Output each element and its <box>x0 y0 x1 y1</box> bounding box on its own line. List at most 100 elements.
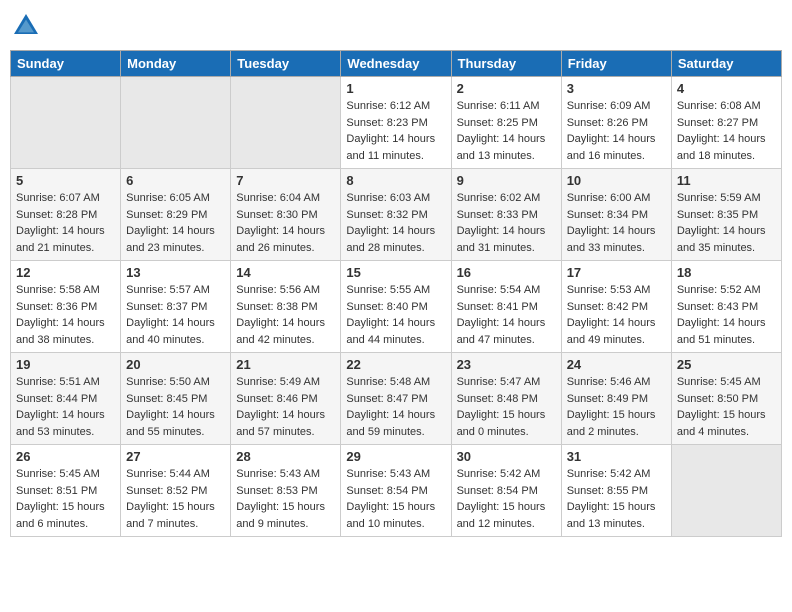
logo-icon <box>10 10 42 42</box>
calendar-cell: 25 Sunrise: 5:45 AMSunset: 8:50 PMDayligh… <box>671 353 781 445</box>
day-info: Sunrise: 5:48 AMSunset: 8:47 PMDaylight:… <box>346 374 445 440</box>
calendar-cell: 1 Sunrise: 6:12 AMSunset: 8:23 PMDaylight… <box>341 77 451 169</box>
day-number: 11 <box>677 173 776 188</box>
day-number: 13 <box>126 265 225 280</box>
calendar-cell: 5 Sunrise: 6:07 AMSunset: 8:28 PMDaylight… <box>11 169 121 261</box>
day-info: Sunrise: 5:44 AMSunset: 8:52 PMDaylight:… <box>126 466 225 532</box>
weekday-header-monday: Monday <box>121 51 231 77</box>
day-info: Sunrise: 5:49 AMSunset: 8:46 PMDaylight:… <box>236 374 335 440</box>
day-number: 24 <box>567 357 666 372</box>
calendar-cell: 26 Sunrise: 5:45 AMSunset: 8:51 PMDayligh… <box>11 445 121 537</box>
day-info: Sunrise: 5:56 AMSunset: 8:38 PMDaylight:… <box>236 282 335 348</box>
calendar-cell: 24Sunrise: 5:46 AMSunset: 8:49 PMDayligh… <box>561 353 671 445</box>
calendar-cell: 9Sunrise: 6:02 AMSunset: 8:33 PMDaylight… <box>451 169 561 261</box>
day-number: 12 <box>16 265 115 280</box>
day-info: Sunrise: 6:08 AMSunset: 8:27 PMDaylight:… <box>677 98 776 164</box>
day-info: Sunrise: 6:00 AMSunset: 8:34 PMDaylight:… <box>567 190 666 256</box>
weekday-header-saturday: Saturday <box>671 51 781 77</box>
page-header <box>10 10 782 42</box>
day-info: Sunrise: 6:07 AMSunset: 8:28 PMDaylight:… <box>16 190 115 256</box>
calendar-cell: 21 Sunrise: 5:49 AMSunset: 8:46 PMDayligh… <box>231 353 341 445</box>
calendar-cell: 12 Sunrise: 5:58 AMSunset: 8:36 PMDayligh… <box>11 261 121 353</box>
calendar-cell: 27 Sunrise: 5:44 AMSunset: 8:52 PMDayligh… <box>121 445 231 537</box>
day-number: 15 <box>346 265 445 280</box>
day-info: Sunrise: 5:42 AMSunset: 8:55 PMDaylight:… <box>567 466 666 532</box>
calendar-cell: 11 Sunrise: 5:59 AMSunset: 8:35 PMDayligh… <box>671 169 781 261</box>
day-info: Sunrise: 5:43 AMSunset: 8:54 PMDaylight:… <box>346 466 445 532</box>
day-number: 3 <box>567 81 666 96</box>
calendar-cell: 30 Sunrise: 5:42 AMSunset: 8:54 PMDayligh… <box>451 445 561 537</box>
day-info: Sunrise: 6:12 AMSunset: 8:23 PMDaylight:… <box>346 98 445 164</box>
day-info: Sunrise: 6:02 AMSunset: 8:33 PMDaylight:… <box>457 190 556 256</box>
calendar-cell: 18 Sunrise: 5:52 AMSunset: 8:43 PMDayligh… <box>671 261 781 353</box>
day-number: 20 <box>126 357 225 372</box>
calendar-cell: 31 Sunrise: 5:42 AMSunset: 8:55 PMDayligh… <box>561 445 671 537</box>
day-number: 2 <box>457 81 556 96</box>
day-info: Sunrise: 6:09 AMSunset: 8:26 PMDaylight:… <box>567 98 666 164</box>
day-number: 10 <box>567 173 666 188</box>
day-info: Sunrise: 6:05 AMSunset: 8:29 PMDaylight:… <box>126 190 225 256</box>
day-info: Sunrise: 5:59 AMSunset: 8:35 PMDaylight:… <box>677 190 776 256</box>
day-info: Sunrise: 6:04 AMSunset: 8:30 PMDaylight:… <box>236 190 335 256</box>
calendar-cell: 2 Sunrise: 6:11 AMSunset: 8:25 PMDaylight… <box>451 77 561 169</box>
day-number: 17 <box>567 265 666 280</box>
weekday-header-friday: Friday <box>561 51 671 77</box>
weekday-header-thursday: Thursday <box>451 51 561 77</box>
calendar-cell: 7Sunrise: 6:04 AMSunset: 8:30 PMDaylight… <box>231 169 341 261</box>
calendar-cell <box>231 77 341 169</box>
calendar-cell: 28 Sunrise: 5:43 AMSunset: 8:53 PMDayligh… <box>231 445 341 537</box>
calendar-cell: 19 Sunrise: 5:51 AMSunset: 8:44 PMDayligh… <box>11 353 121 445</box>
day-number: 23 <box>457 357 556 372</box>
calendar-cell: 3 Sunrise: 6:09 AMSunset: 8:26 PMDaylight… <box>561 77 671 169</box>
calendar-cell: 14 Sunrise: 5:56 AMSunset: 8:38 PMDayligh… <box>231 261 341 353</box>
day-number: 28 <box>236 449 335 464</box>
day-info: Sunrise: 5:51 AMSunset: 8:44 PMDaylight:… <box>16 374 115 440</box>
day-number: 14 <box>236 265 335 280</box>
calendar-week-row: 12 Sunrise: 5:58 AMSunset: 8:36 PMDayligh… <box>11 261 782 353</box>
day-info: Sunrise: 5:58 AMSunset: 8:36 PMDaylight:… <box>16 282 115 348</box>
calendar-cell: 22 Sunrise: 5:48 AMSunset: 8:47 PMDayligh… <box>341 353 451 445</box>
weekday-header-tuesday: Tuesday <box>231 51 341 77</box>
day-number: 30 <box>457 449 556 464</box>
calendar-cell: 16Sunrise: 5:54 AMSunset: 8:41 PMDayligh… <box>451 261 561 353</box>
day-number: 26 <box>16 449 115 464</box>
calendar-cell <box>11 77 121 169</box>
calendar-cell: 20 Sunrise: 5:50 AMSunset: 8:45 PMDayligh… <box>121 353 231 445</box>
calendar-cell: 4 Sunrise: 6:08 AMSunset: 8:27 PMDaylight… <box>671 77 781 169</box>
day-info: Sunrise: 5:43 AMSunset: 8:53 PMDaylight:… <box>236 466 335 532</box>
logo <box>10 10 46 42</box>
day-number: 29 <box>346 449 445 464</box>
day-number: 18 <box>677 265 776 280</box>
calendar-week-row: 1 Sunrise: 6:12 AMSunset: 8:23 PMDaylight… <box>11 77 782 169</box>
day-number: 19 <box>16 357 115 372</box>
day-info: Sunrise: 5:55 AMSunset: 8:40 PMDaylight:… <box>346 282 445 348</box>
day-info: Sunrise: 5:53 AMSunset: 8:42 PMDaylight:… <box>567 282 666 348</box>
day-info: Sunrise: 6:11 AMSunset: 8:25 PMDaylight:… <box>457 98 556 164</box>
day-number: 8 <box>346 173 445 188</box>
day-number: 4 <box>677 81 776 96</box>
day-info: Sunrise: 5:45 AMSunset: 8:51 PMDaylight:… <box>16 466 115 532</box>
calendar-cell: 29 Sunrise: 5:43 AMSunset: 8:54 PMDayligh… <box>341 445 451 537</box>
calendar-week-row: 5 Sunrise: 6:07 AMSunset: 8:28 PMDaylight… <box>11 169 782 261</box>
calendar-week-row: 26 Sunrise: 5:45 AMSunset: 8:51 PMDayligh… <box>11 445 782 537</box>
calendar-cell: 8Sunrise: 6:03 AMSunset: 8:32 PMDaylight… <box>341 169 451 261</box>
day-info: Sunrise: 5:42 AMSunset: 8:54 PMDaylight:… <box>457 466 556 532</box>
day-info: Sunrise: 5:52 AMSunset: 8:43 PMDaylight:… <box>677 282 776 348</box>
calendar-cell: 15 Sunrise: 5:55 AMSunset: 8:40 PMDayligh… <box>341 261 451 353</box>
day-info: Sunrise: 5:45 AMSunset: 8:50 PMDaylight:… <box>677 374 776 440</box>
day-number: 22 <box>346 357 445 372</box>
day-number: 6 <box>126 173 225 188</box>
calendar-table: SundayMondayTuesdayWednesdayThursdayFrid… <box>10 50 782 537</box>
weekday-header-wednesday: Wednesday <box>341 51 451 77</box>
calendar-cell <box>671 445 781 537</box>
day-number: 25 <box>677 357 776 372</box>
day-info: Sunrise: 5:50 AMSunset: 8:45 PMDaylight:… <box>126 374 225 440</box>
day-number: 5 <box>16 173 115 188</box>
day-number: 21 <box>236 357 335 372</box>
day-number: 27 <box>126 449 225 464</box>
day-info: Sunrise: 5:54 AMSunset: 8:41 PMDaylight:… <box>457 282 556 348</box>
calendar-cell: 6 Sunrise: 6:05 AMSunset: 8:29 PMDaylight… <box>121 169 231 261</box>
calendar-cell: 17 Sunrise: 5:53 AMSunset: 8:42 PMDayligh… <box>561 261 671 353</box>
day-number: 31 <box>567 449 666 464</box>
day-number: 1 <box>346 81 445 96</box>
